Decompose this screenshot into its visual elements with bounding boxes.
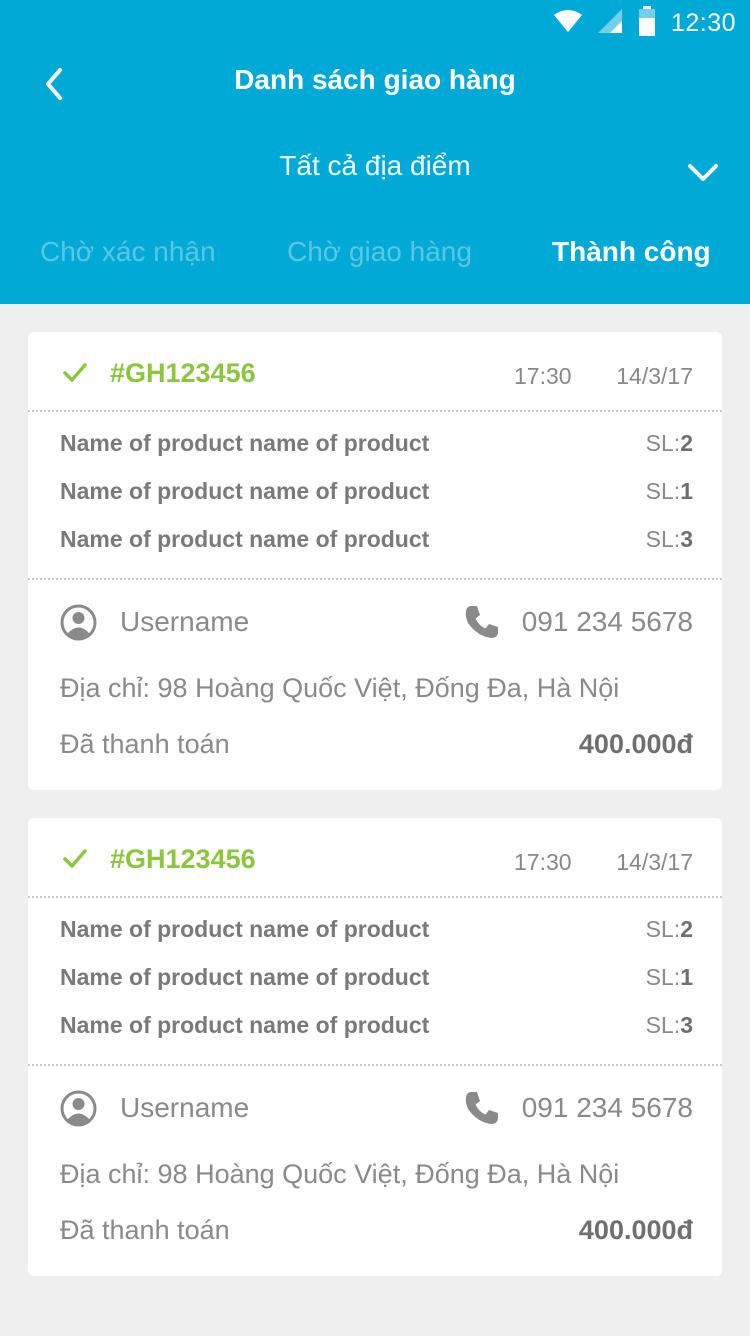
- payment-status: Đã thanh toán: [60, 729, 230, 759]
- product-name: Name of product name of product: [60, 478, 430, 504]
- phone-icon[interactable]: [464, 604, 500, 640]
- order-header: #GH123456 17:30 14/3/17: [28, 818, 722, 898]
- order-card[interactable]: #GH123456 17:30 14/3/17 Name of product …: [28, 818, 722, 1276]
- product-quantity: SL:2: [645, 430, 693, 456]
- customer-phone[interactable]: 091 234 5678: [522, 1092, 693, 1124]
- divider: [28, 578, 722, 580]
- list-item: Name of product name of product SL:3: [28, 522, 722, 562]
- product-name: Name of product name of product: [60, 430, 430, 456]
- customer-username: Username: [120, 1092, 250, 1123]
- product-name: Name of product name of product: [60, 526, 430, 552]
- product-quantity: SL:3: [645, 526, 693, 552]
- check-icon: [63, 849, 87, 868]
- status-time: 12:30: [670, 8, 736, 37]
- order-amount: 400.000đ: [578, 729, 693, 759]
- status-bar: 12:30: [553, 5, 736, 41]
- delivery-address: Địa chỉ: 98 Hoàng Quốc Việt, Đống Đa, Hà…: [60, 673, 620, 703]
- order-id: #GH123456: [110, 844, 256, 874]
- user-avatar-icon: [60, 1090, 97, 1127]
- page-title: Danh sách giao hàng: [234, 64, 516, 95]
- order-date: 14/3/17: [616, 849, 693, 875]
- phone-icon[interactable]: [464, 1090, 500, 1126]
- product-quantity: SL:1: [645, 964, 693, 990]
- list-item: Name of product name of product SL:3: [28, 1008, 722, 1048]
- product-quantity: SL:1: [645, 478, 693, 504]
- user-avatar-icon: [60, 604, 97, 641]
- product-quantity: SL:3: [645, 1012, 693, 1038]
- check-icon: [63, 363, 87, 382]
- status-tabs: Chờ xác nhận Chờ giao hàng Thành công: [0, 236, 750, 284]
- customer-username: Username: [120, 606, 250, 637]
- tab-pending-confirmation[interactable]: Chờ xác nhận: [40, 236, 216, 268]
- order-date: 14/3/17: [616, 363, 693, 389]
- divider: [28, 896, 722, 898]
- order-header: #GH123456 17:30 14/3/17: [28, 332, 722, 412]
- product-name: Name of product name of product: [60, 964, 430, 990]
- divider: [28, 1064, 722, 1066]
- product-name: Name of product name of product: [60, 1012, 430, 1038]
- list-item: Name of product name of product SL:2: [28, 426, 722, 466]
- order-id: #GH123456: [110, 358, 256, 388]
- list-item: Name of product name of product SL:1: [28, 960, 722, 1000]
- divider: [28, 410, 722, 412]
- signal-icon: [597, 8, 623, 39]
- list-item: Name of product name of product SL:1: [28, 474, 722, 514]
- order-amount: 400.000đ: [578, 1215, 693, 1245]
- product-name: Name of product name of product: [60, 916, 430, 942]
- app-header: 12:30 Danh sách giao hàng Tất cả địa điể…: [0, 0, 750, 304]
- delivery-address: Địa chỉ: 98 Hoàng Quốc Việt, Đống Đa, Hà…: [60, 1159, 620, 1189]
- tab-success[interactable]: Thành công: [552, 236, 711, 268]
- wifi-icon: [553, 8, 583, 39]
- customer-phone[interactable]: 091 234 5678: [522, 606, 693, 638]
- list-item: Name of product name of product SL:2: [28, 912, 722, 952]
- battery-icon: [637, 5, 657, 41]
- tab-pending-delivery[interactable]: Chờ giao hàng: [287, 236, 472, 268]
- product-quantity: SL:2: [645, 916, 693, 942]
- chevron-down-icon[interactable]: [686, 158, 720, 186]
- order-card[interactable]: #GH123456 17:30 14/3/17 Name of product …: [28, 332, 722, 790]
- location-selector[interactable]: Tất cả địa điểm: [0, 150, 750, 182]
- order-time: 17:30: [514, 363, 572, 389]
- order-time: 17:30: [514, 849, 572, 875]
- payment-status: Đã thanh toán: [60, 1215, 230, 1245]
